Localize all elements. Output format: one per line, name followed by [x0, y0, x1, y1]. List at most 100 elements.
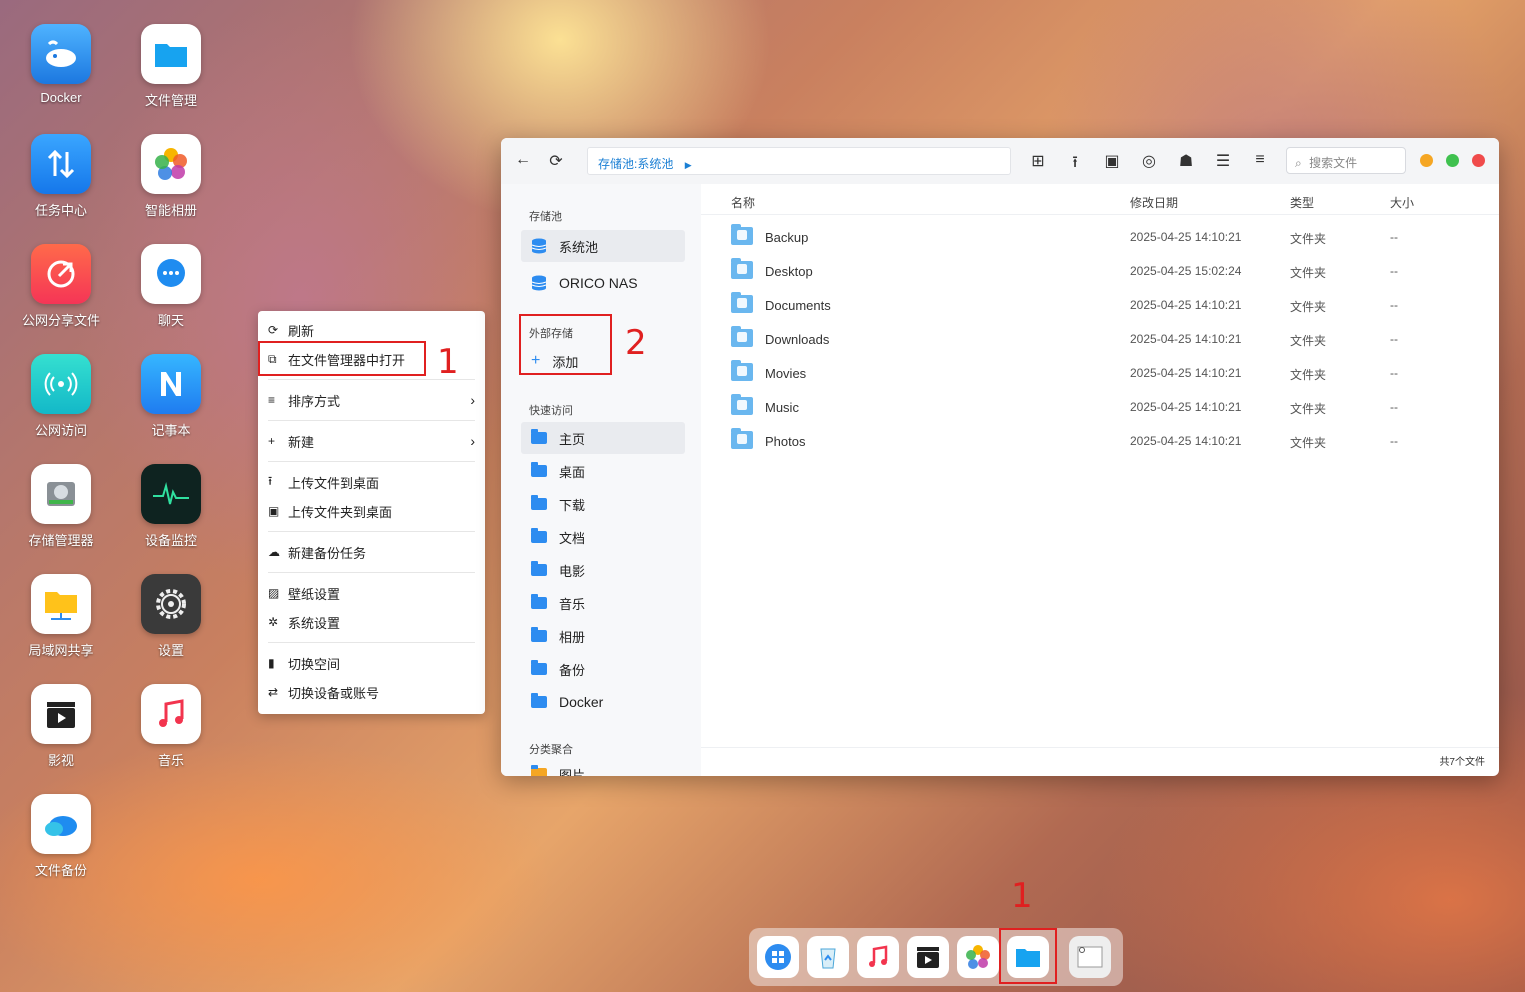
sidebar-item-documents[interactable]: 文档 — [521, 521, 685, 553]
close-button[interactable] — [1472, 154, 1485, 167]
path-bar[interactable]: 存储池:系统池 ▶ — [587, 147, 1011, 175]
sidebar-item-docker[interactable]: Docker — [521, 686, 685, 718]
file-size: -- — [1390, 332, 1398, 346]
folder-icon — [531, 594, 547, 609]
table-row[interactable]: Music 2025-04-25 14:10:21 文件夹 -- — [731, 389, 1471, 423]
notebook-icon — [141, 354, 201, 414]
menu-item-wallpaper[interactable]: ▨ 壁纸设置 — [268, 582, 475, 604]
sidebar-item-label: 系统池 — [559, 239, 599, 255]
dock-recycle-bin-icon[interactable] — [807, 936, 849, 978]
menu-item-refresh[interactable]: ⟳ 刷新 — [268, 319, 475, 341]
table-row[interactable]: Photos 2025-04-25 14:10:21 文件夹 -- — [731, 423, 1471, 457]
folder-icon — [531, 429, 547, 444]
desktop-icon-lan-share[interactable]: 局域网共享 — [11, 574, 111, 659]
list-view-icon[interactable]: ☰ — [1213, 151, 1233, 171]
menu-item-switch-space[interactable]: ▮ 切换空间 — [268, 652, 475, 674]
menu-item-switch-device[interactable]: ⇄ 切换设备或账号 — [268, 681, 475, 703]
desktop-icon-public-access[interactable]: 公网访问 — [11, 354, 111, 439]
menu-item-backup-task[interactable]: ☁ 新建备份任务 — [268, 541, 475, 563]
table-row[interactable]: Desktop 2025-04-25 15:02:24 文件夹 -- — [731, 253, 1471, 287]
folder-icon — [731, 258, 753, 279]
file-size: -- — [1390, 264, 1398, 278]
sidebar-item-movies[interactable]: 电影 — [521, 554, 685, 586]
sidebar-item-orico-nas[interactable]: ORICO NAS — [521, 267, 685, 299]
table-row[interactable]: Documents 2025-04-25 14:10:21 文件夹 -- — [731, 287, 1471, 321]
sidebar-item-desktop[interactable]: 桌面 — [521, 455, 685, 487]
new-folder-icon[interactable]: ⊞ — [1028, 151, 1048, 171]
annotation-box-dock — [999, 928, 1057, 984]
menu-item-new[interactable]: + 新建 › — [268, 430, 475, 452]
desktop-icon-docker[interactable]: Docker — [11, 24, 111, 105]
share-users-icon[interactable]: ☗ — [1176, 151, 1196, 171]
dock-launcher-icon[interactable] — [757, 936, 799, 978]
dock-window-preview-icon[interactable] — [1069, 936, 1111, 978]
sidebar-item-home[interactable]: 主页 — [521, 422, 685, 454]
desktop-icon-device-monitor[interactable]: 设备监控 — [121, 464, 221, 549]
menu-item-upload-folder[interactable]: ▣ 上传文件夹到桌面 — [268, 500, 475, 522]
file-size: -- — [1390, 230, 1398, 244]
plus-icon: + — [268, 434, 276, 448]
sidebar-item-label: 电影 — [559, 563, 586, 579]
sidebar-item-system-pool[interactable]: 系统池 — [521, 230, 685, 262]
desktop-icon-settings[interactable]: 设置 — [121, 574, 221, 659]
sort-icon[interactable]: ≡ — [1250, 151, 1270, 169]
gear-icon — [141, 574, 201, 634]
sidebar-item-music[interactable]: 音乐 — [521, 587, 685, 619]
desktop-icon-chat[interactable]: 聊天 — [121, 244, 221, 329]
annotation-number-1: 1 — [437, 342, 459, 382]
desktop-icon-file-backup[interactable]: 文件备份 — [11, 794, 111, 879]
desktop-icon-music[interactable]: 音乐 — [121, 684, 221, 769]
desktop-icon-label: 任务中心 — [34, 203, 87, 218]
search-placeholder: 搜索文件 — [1309, 156, 1358, 170]
transfer-arrows-icon — [31, 134, 91, 194]
column-header-size[interactable]: 大小 — [1390, 194, 1414, 211]
minimize-button[interactable] — [1420, 154, 1433, 167]
upload-icon[interactable]: ⭱ — [1065, 151, 1085, 178]
menu-item-sort[interactable]: ≡ 排序方式 › — [268, 389, 475, 411]
desktop-icon-task-center[interactable]: 任务中心 — [11, 134, 111, 219]
desktop-icon-public-share[interactable]: 公网分享文件 — [11, 244, 111, 329]
sidebar-item-backup[interactable]: 备份 — [521, 653, 685, 685]
folder-icon — [531, 462, 547, 477]
file-name: Movies — [765, 366, 807, 381]
column-header-name[interactable]: 名称 — [731, 194, 755, 211]
table-row[interactable]: Backup 2025-04-25 14:10:21 文件夹 -- — [731, 219, 1471, 253]
back-arrow-icon[interactable]: ← — [513, 151, 533, 169]
menu-divider — [268, 572, 475, 573]
desktop-icon-smart-album[interactable]: 智能相册 — [121, 134, 221, 219]
search-input[interactable]: ⌕ 搜索文件 — [1286, 147, 1406, 174]
file-date: 2025-04-25 14:10:21 — [1130, 400, 1242, 414]
file-type: 文件夹 — [1290, 368, 1327, 382]
sidebar-item-photos[interactable]: 相册 — [521, 620, 685, 652]
menu-item-upload-file[interactable]: ⭱ 上传文件到桌面 — [268, 471, 475, 493]
desktop-icon-notes[interactable]: 记事本 — [121, 354, 221, 439]
folder-upload-icon[interactable]: ▣ — [1102, 151, 1122, 171]
maximize-button[interactable] — [1446, 154, 1459, 167]
table-row[interactable]: Movies 2025-04-25 14:10:21 文件夹 -- — [731, 355, 1471, 389]
sidebar-item-downloads[interactable]: 下载 — [521, 488, 685, 520]
desktop-icon-file-manager[interactable]: 文件管理 — [121, 24, 221, 109]
dock-music-icon[interactable] — [857, 936, 899, 978]
folder-icon — [531, 765, 547, 776]
chat-bubble-icon — [141, 244, 201, 304]
file-date: 2025-04-25 14:10:21 — [1130, 298, 1242, 312]
file-size: -- — [1390, 400, 1398, 414]
sidebar-item-label: 图片 — [559, 767, 586, 777]
menu-divider — [268, 461, 475, 462]
desktop-icon-video[interactable]: 影视 — [11, 684, 111, 769]
signal-icon — [31, 354, 91, 414]
menu-item-system-settings[interactable]: ✲ 系统设置 — [268, 611, 475, 633]
dock-video-icon[interactable] — [907, 936, 949, 978]
column-header-type[interactable]: 类型 — [1290, 194, 1314, 211]
refresh-icon[interactable]: ⟳ — [546, 151, 566, 171]
table-row[interactable]: Downloads 2025-04-25 14:10:21 文件夹 -- — [731, 321, 1471, 355]
hide-eye-icon[interactable]: ◎ — [1139, 151, 1159, 171]
annotation-box-2 — [519, 314, 612, 375]
desktop-icon-storage-manager[interactable]: 存储管理器 — [11, 464, 111, 549]
sidebar-item-images[interactable]: 图片 — [521, 758, 685, 776]
dock-photos-icon[interactable] — [957, 936, 999, 978]
folder-icon — [731, 326, 753, 347]
column-header-date[interactable]: 修改日期 — [1130, 194, 1178, 211]
annotation-number-2: 2 — [625, 323, 647, 363]
file-date: 2025-04-25 14:10:21 — [1130, 366, 1242, 380]
